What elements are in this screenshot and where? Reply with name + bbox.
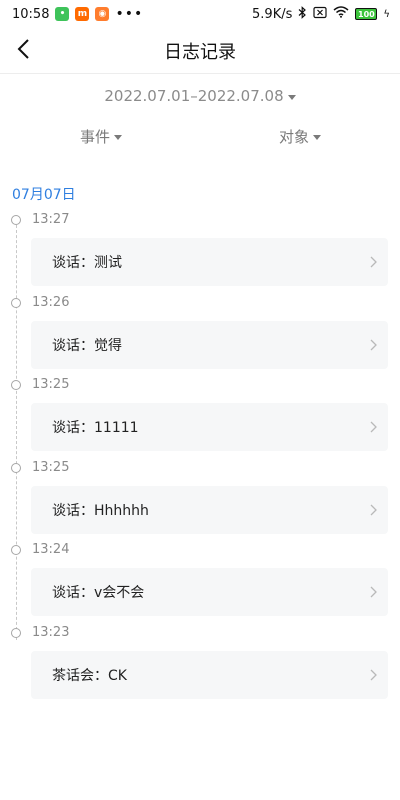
network-speed: 5.9K/s	[252, 6, 293, 22]
events-filter-dropdown[interactable]: 事件	[80, 126, 123, 147]
chevron-right-icon	[368, 255, 378, 269]
timeline-entry: 13:26 谈话：觉得	[0, 293, 400, 376]
log-entry-text: 茶话会：CK	[52, 667, 127, 684]
date-range-label: 2022.07.01–2022.07.08	[104, 87, 284, 105]
entry-time: 13:23	[32, 624, 70, 640]
timeline-entry: 13:24 谈话：v会不会	[0, 540, 400, 623]
objects-filter-dropdown[interactable]: 对象	[279, 126, 322, 147]
log-entry-text: 谈话：11111	[52, 420, 139, 436]
log-entry-card[interactable]: 谈话：觉得	[31, 320, 388, 369]
timeline-node-icon	[11, 297, 21, 308]
timeline-node-icon	[11, 545, 21, 555]
page-title: 日志记录	[164, 41, 236, 63]
status-bar: 10:58 • m ◉ ••• 5.9K/s 100 ϟ	[0, 0, 400, 28]
more-notifications-icon: •••	[115, 6, 144, 22]
log-entry-text: 谈话：觉得	[52, 337, 122, 354]
timeline-node-icon	[11, 627, 21, 638]
timeline-entry: 13:25 谈话：11111	[0, 375, 400, 458]
timeline-entry: 13:27 谈话：测试	[0, 210, 400, 293]
notification-app-icon: ◉	[95, 7, 110, 21]
timeline: 13:27 谈话：测试 13:26 谈话：觉得 13:25 谈话：11111 1…	[0, 210, 400, 705]
entry-time: 13:26	[32, 294, 70, 310]
triangle-down-icon	[287, 94, 296, 100]
mi-app-icon: m	[75, 7, 90, 21]
timeline-node-icon	[11, 380, 21, 390]
log-entry-card[interactable]: 谈话：v会不会	[31, 568, 388, 616]
log-entry-card[interactable]: 茶话会：CK	[31, 650, 388, 699]
entry-time: 13:25	[32, 377, 70, 392]
status-time: 10:58	[12, 6, 50, 22]
chevron-right-icon	[368, 668, 378, 682]
chevron-right-icon	[368, 420, 378, 434]
log-entry-card[interactable]: 谈话：Hhhhhh	[31, 485, 388, 534]
events-filter-label: 事件	[80, 128, 111, 146]
timeline-entry: 13:25 谈话：Hhhhhh	[0, 458, 400, 541]
wechat-app-icon: •	[55, 7, 70, 21]
entry-time: 13:27	[32, 212, 70, 227]
triangle-down-icon	[114, 135, 123, 140]
timeline-node-icon	[11, 462, 21, 473]
day-heading: 07月07日	[12, 187, 76, 203]
timeline-node-icon	[11, 215, 21, 225]
header-bar: 日志记录	[0, 28, 400, 74]
log-entry-text: 谈话：v会不会	[52, 585, 145, 601]
timeline-entry: 13:23 茶话会：CK	[0, 623, 400, 706]
log-entry-card[interactable]: 谈话：11111	[31, 403, 388, 451]
log-entry-text: 谈话：测试	[52, 255, 122, 271]
chevron-right-icon	[368, 338, 378, 352]
triangle-down-icon	[313, 135, 322, 140]
chevron-right-icon	[368, 503, 378, 517]
chevron-left-icon	[16, 38, 30, 64]
filter-bar: 事件 对象	[0, 126, 400, 156]
log-entry-text: 谈话：Hhhhhh	[52, 502, 149, 519]
status-left: 10:58 • m ◉ •••	[12, 6, 143, 22]
sim-off-icon	[313, 6, 327, 23]
log-entry-card[interactable]: 谈话：测试	[31, 238, 388, 286]
objects-filter-label: 对象	[279, 128, 310, 146]
wifi-icon	[333, 6, 349, 22]
status-right: 5.9K/s 100 ϟ	[252, 5, 390, 23]
charging-icon: ϟ	[383, 8, 390, 20]
entry-time: 13:25	[32, 459, 70, 475]
date-range-selector[interactable]: 2022.07.01–2022.07.08	[0, 82, 400, 110]
back-button[interactable]	[8, 36, 38, 66]
chevron-right-icon	[368, 585, 378, 599]
bluetooth-icon	[298, 5, 307, 23]
battery-icon: 100	[355, 8, 378, 20]
entry-time: 13:24	[32, 542, 70, 557]
